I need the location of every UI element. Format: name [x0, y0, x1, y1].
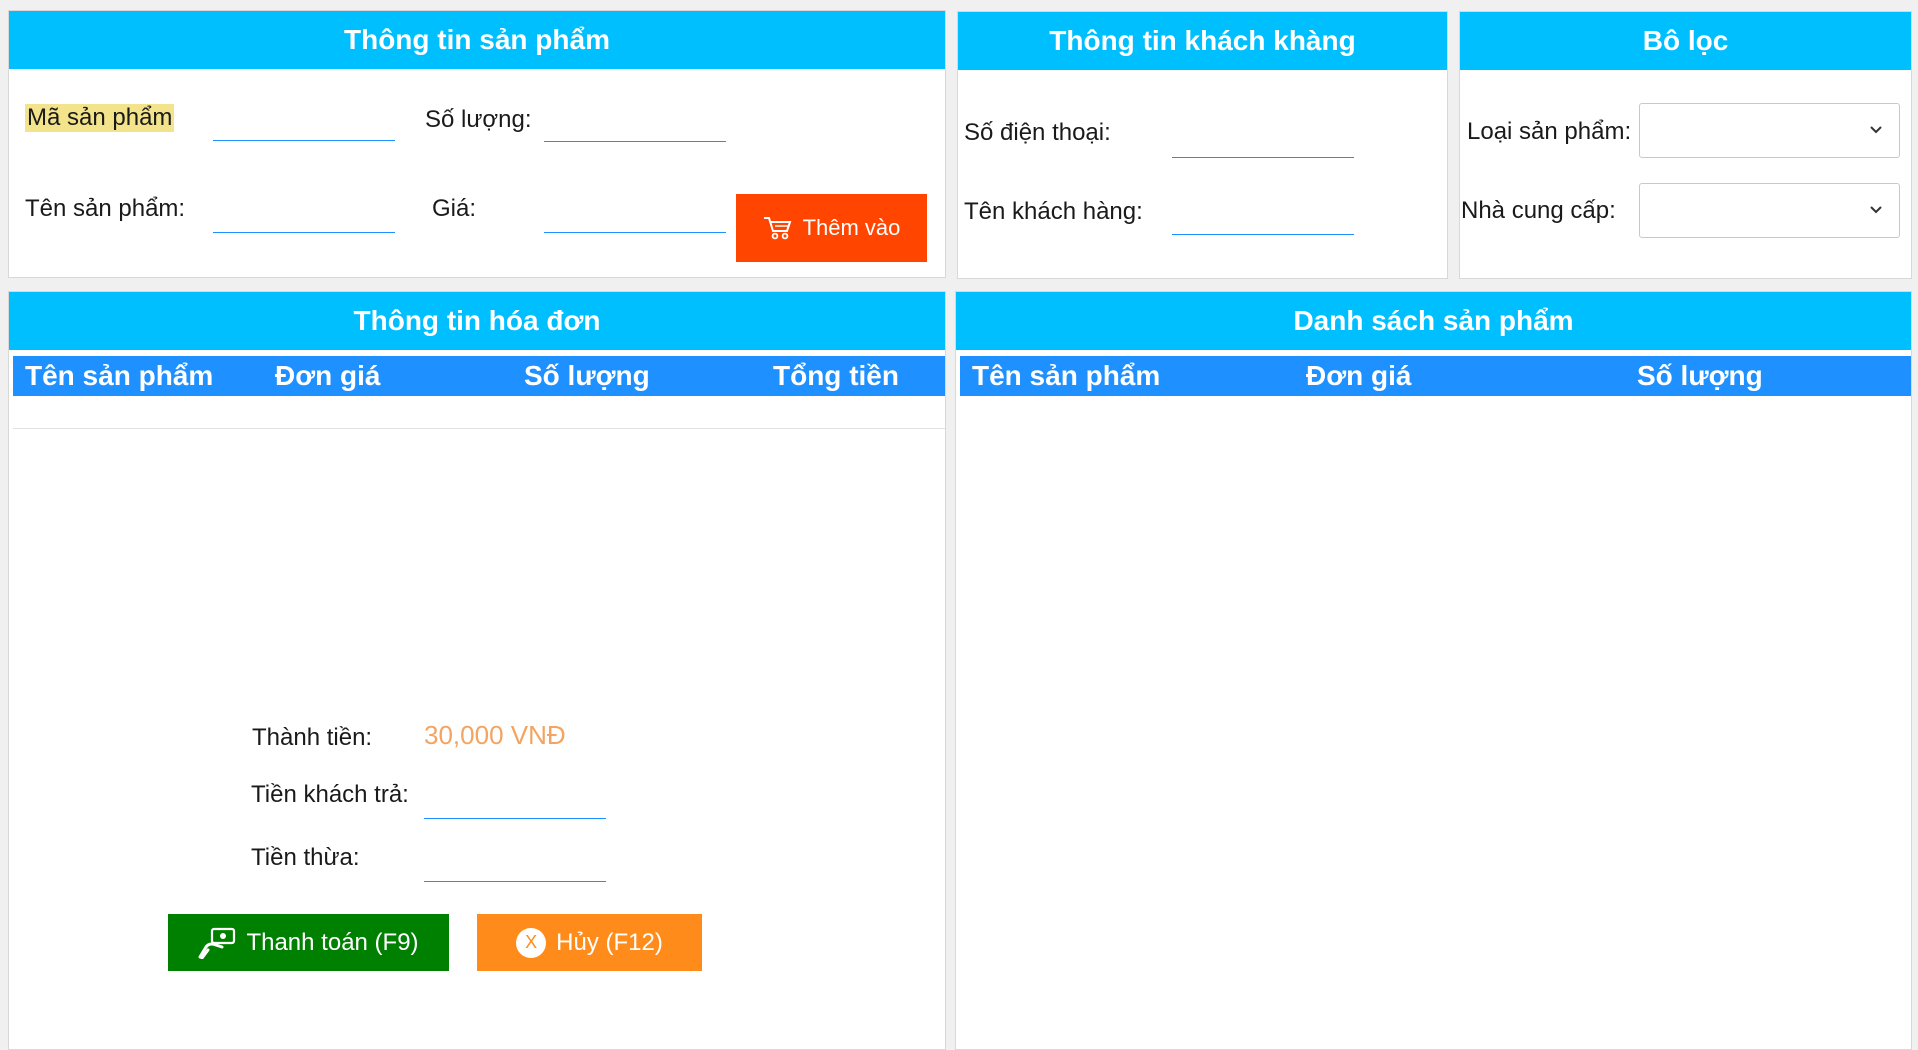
product-list-title: Danh sách sản phẩm	[956, 292, 1911, 350]
invoice-panel: Thông tin hóa đơn Tên sản phẩm Đơn giá S…	[8, 291, 946, 1050]
cancel-button[interactable]: X Hủy (F12)	[477, 914, 702, 971]
product-info-panel: Thông tin sản phẩm Mã sản phẩm Số lượng:…	[8, 10, 946, 278]
total-value: 30,000 VNĐ	[424, 720, 566, 750]
column-header: Số lượng	[1637, 360, 1763, 391]
quantity-input[interactable]	[544, 112, 726, 142]
payment-icon	[198, 927, 236, 959]
product-name-label: Tên sản phẩm:	[25, 195, 186, 222]
column-header: Đơn giá	[1306, 360, 1412, 391]
product-code-label: Mã sản phẩm	[25, 104, 175, 132]
column-header: Tên sản phẩm	[972, 360, 1161, 391]
customer-info-panel: Thông tin khách khàng Số điện thoại: Tên…	[957, 11, 1448, 279]
column-header: Đơn giá	[275, 360, 381, 391]
column-header: Tổng tiền	[773, 360, 899, 391]
price-label: Giá:	[432, 195, 477, 222]
invoice-title: Thông tin hóa đơn	[9, 292, 945, 350]
product-list-table-header: Tên sản phẩm Đơn giá Số lượng	[960, 356, 1911, 396]
cancel-button-label: Hủy (F12)	[556, 928, 663, 956]
add-button-label: Thêm vào	[802, 215, 901, 240]
pay-button[interactable]: Thanh toán (F9)	[168, 914, 449, 971]
product-code-input[interactable]	[213, 111, 395, 141]
paid-label: Tiền khách trả:	[251, 781, 409, 808]
customer-name-input[interactable]	[1172, 205, 1354, 235]
invoice-table-body[interactable]	[13, 396, 945, 429]
category-select[interactable]	[1639, 103, 1900, 158]
product-list-panel: Danh sách sản phẩm Tên sản phẩm Đơn giá …	[955, 291, 1912, 1050]
invoice-table-header: Tên sản phẩm Đơn giá Số lượng Tổng tiền	[13, 356, 945, 396]
column-header: Tên sản phẩm	[25, 360, 214, 391]
total-label: Thành tiền:	[252, 724, 373, 751]
change-input[interactable]	[424, 852, 606, 882]
paid-input[interactable]	[424, 789, 606, 819]
supplier-label: Nhà cung cấp:	[1461, 197, 1616, 224]
filter-panel: Bô lọc Loại sản phẩm: Nhà cung cấp:	[1459, 11, 1912, 279]
customer-info-title: Thông tin khách khàng	[958, 12, 1447, 70]
column-header: Số lượng	[524, 360, 650, 391]
phone-input[interactable]	[1172, 128, 1354, 158]
chevron-down-icon	[1869, 122, 1883, 140]
add-button[interactable]: Thêm vào	[736, 194, 927, 262]
supplier-select[interactable]	[1639, 183, 1900, 238]
product-info-title: Thông tin sản phẩm	[9, 11, 945, 69]
product-name-input[interactable]	[213, 203, 395, 233]
filter-title: Bô lọc	[1460, 12, 1911, 70]
product-list-table-body[interactable]	[960, 396, 1911, 1049]
change-label: Tiền thừa:	[251, 844, 360, 871]
category-label: Loại sản phẩm:	[1467, 118, 1632, 145]
quantity-label: Số lượng:	[425, 106, 532, 133]
close-icon: X	[516, 927, 547, 958]
chevron-down-icon	[1869, 202, 1883, 220]
phone-label: Số điện thoại:	[964, 119, 1111, 146]
price-input[interactable]	[544, 203, 726, 233]
customer-name-label: Tên khách hàng:	[964, 198, 1143, 225]
cart-icon	[763, 215, 793, 241]
pay-button-label: Thanh toán (F9)	[246, 928, 419, 956]
